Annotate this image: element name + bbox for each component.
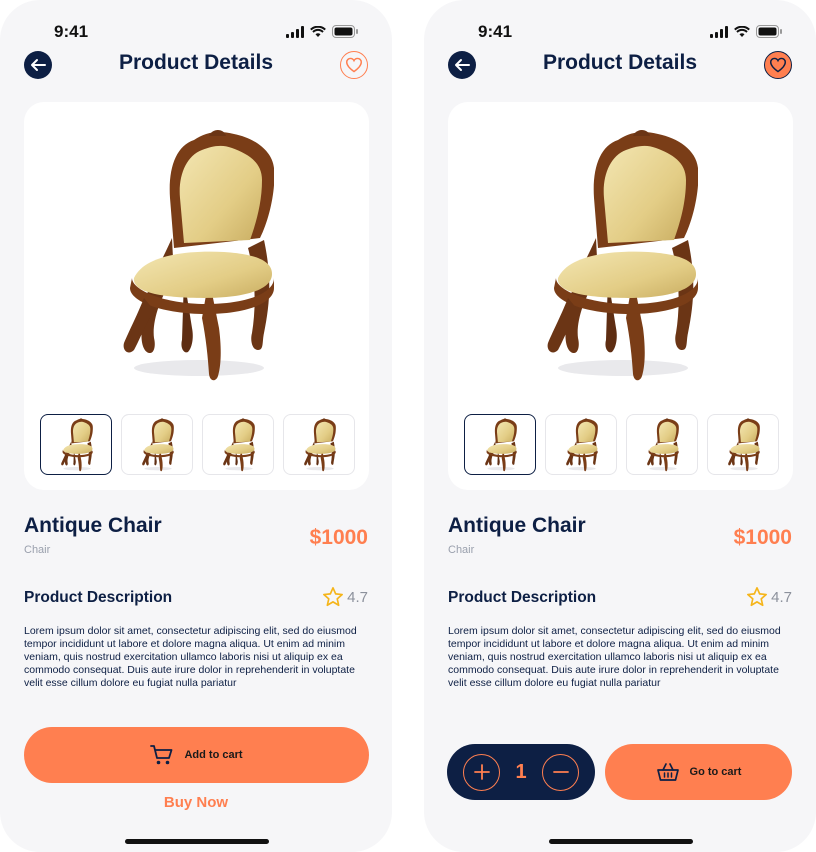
status-icons xyxy=(710,25,782,38)
thumbnail-2[interactable] xyxy=(545,414,617,475)
go-to-cart-label: Go to cart xyxy=(689,766,742,778)
product-image-card xyxy=(24,102,369,490)
rating-value: 4.7 xyxy=(771,588,792,606)
product-details-screen: 9:41 Product Details Antique Chair Chair… xyxy=(0,0,392,852)
status-icons xyxy=(286,25,358,38)
status-time: 9:41 xyxy=(54,22,89,41)
thumbnail-4[interactable] xyxy=(707,414,779,475)
quantity-stepper: 1 xyxy=(447,744,595,800)
product-price: $1000 xyxy=(309,526,368,549)
minus-icon xyxy=(552,771,569,773)
thumbnail-1[interactable] xyxy=(464,414,536,475)
wifi-icon xyxy=(310,25,326,37)
product-price: $1000 xyxy=(733,526,792,549)
thumbnail-image xyxy=(302,418,336,472)
rating: 4.7 xyxy=(746,586,792,608)
add-to-cart-label: Add to cart xyxy=(184,749,243,761)
home-indicator xyxy=(125,839,269,844)
rating: 4.7 xyxy=(322,586,368,608)
product-main-image xyxy=(114,128,274,384)
go-to-cart-button[interactable]: Go to cart xyxy=(605,744,792,800)
thumbnail-3[interactable] xyxy=(626,414,698,475)
product-name: Antique Chair xyxy=(448,514,586,537)
basket-icon xyxy=(656,763,679,781)
status-time: 9:41 xyxy=(478,22,513,41)
thumbnail-image xyxy=(140,418,174,472)
signal-icon xyxy=(286,25,304,38)
quantity-value: 1 xyxy=(515,760,527,783)
thumbnail-image xyxy=(726,418,760,472)
product-details-screen-added: 9:41 Product Details Antique Chair Chair… xyxy=(424,0,816,852)
description-heading: Product Description xyxy=(448,589,597,606)
buy-now-button[interactable]: Buy Now xyxy=(0,794,392,811)
decrease-button[interactable] xyxy=(542,753,579,791)
description-heading: Product Description xyxy=(24,589,173,606)
thumbnail-image xyxy=(564,418,598,472)
battery-icon xyxy=(332,25,358,38)
description-text: Lorem ipsum dolor sit amet, consectetur … xyxy=(448,625,781,689)
wifi-icon xyxy=(734,25,750,37)
battery-icon xyxy=(756,25,782,38)
favorite-button[interactable] xyxy=(764,51,792,79)
heart-outline-icon xyxy=(345,57,363,73)
cart-icon xyxy=(150,745,173,765)
thumbnail-image xyxy=(645,418,679,472)
signal-icon xyxy=(710,25,728,38)
description-text: Lorem ipsum dolor sit amet, consectetur … xyxy=(24,625,357,689)
star-icon xyxy=(747,587,768,607)
thumbnail-image xyxy=(483,418,517,472)
favorite-button[interactable] xyxy=(340,51,368,79)
add-to-cart-button[interactable]: Add to cart xyxy=(24,727,369,783)
thumbnail-2[interactable] xyxy=(121,414,193,475)
plus-icon xyxy=(473,764,490,780)
product-name: Antique Chair xyxy=(24,514,162,537)
heart-filled-icon xyxy=(769,57,787,73)
page-title: Product Details xyxy=(542,51,698,74)
increase-button[interactable] xyxy=(463,753,500,791)
product-main-image xyxy=(538,128,698,384)
rating-value: 4.7 xyxy=(347,588,368,606)
page-title: Product Details xyxy=(118,51,274,74)
product-category: Chair xyxy=(24,544,51,556)
thumbnail-strip xyxy=(464,414,779,475)
home-indicator xyxy=(549,839,693,844)
thumbnail-4[interactable] xyxy=(283,414,355,475)
thumbnail-image xyxy=(59,418,93,472)
thumbnail-strip xyxy=(40,414,355,475)
thumbnail-image xyxy=(221,418,255,472)
star-icon xyxy=(323,587,344,607)
thumbnail-3[interactable] xyxy=(202,414,274,475)
thumbnail-1[interactable] xyxy=(40,414,112,475)
product-category: Chair xyxy=(448,544,475,556)
product-image-card xyxy=(448,102,793,490)
